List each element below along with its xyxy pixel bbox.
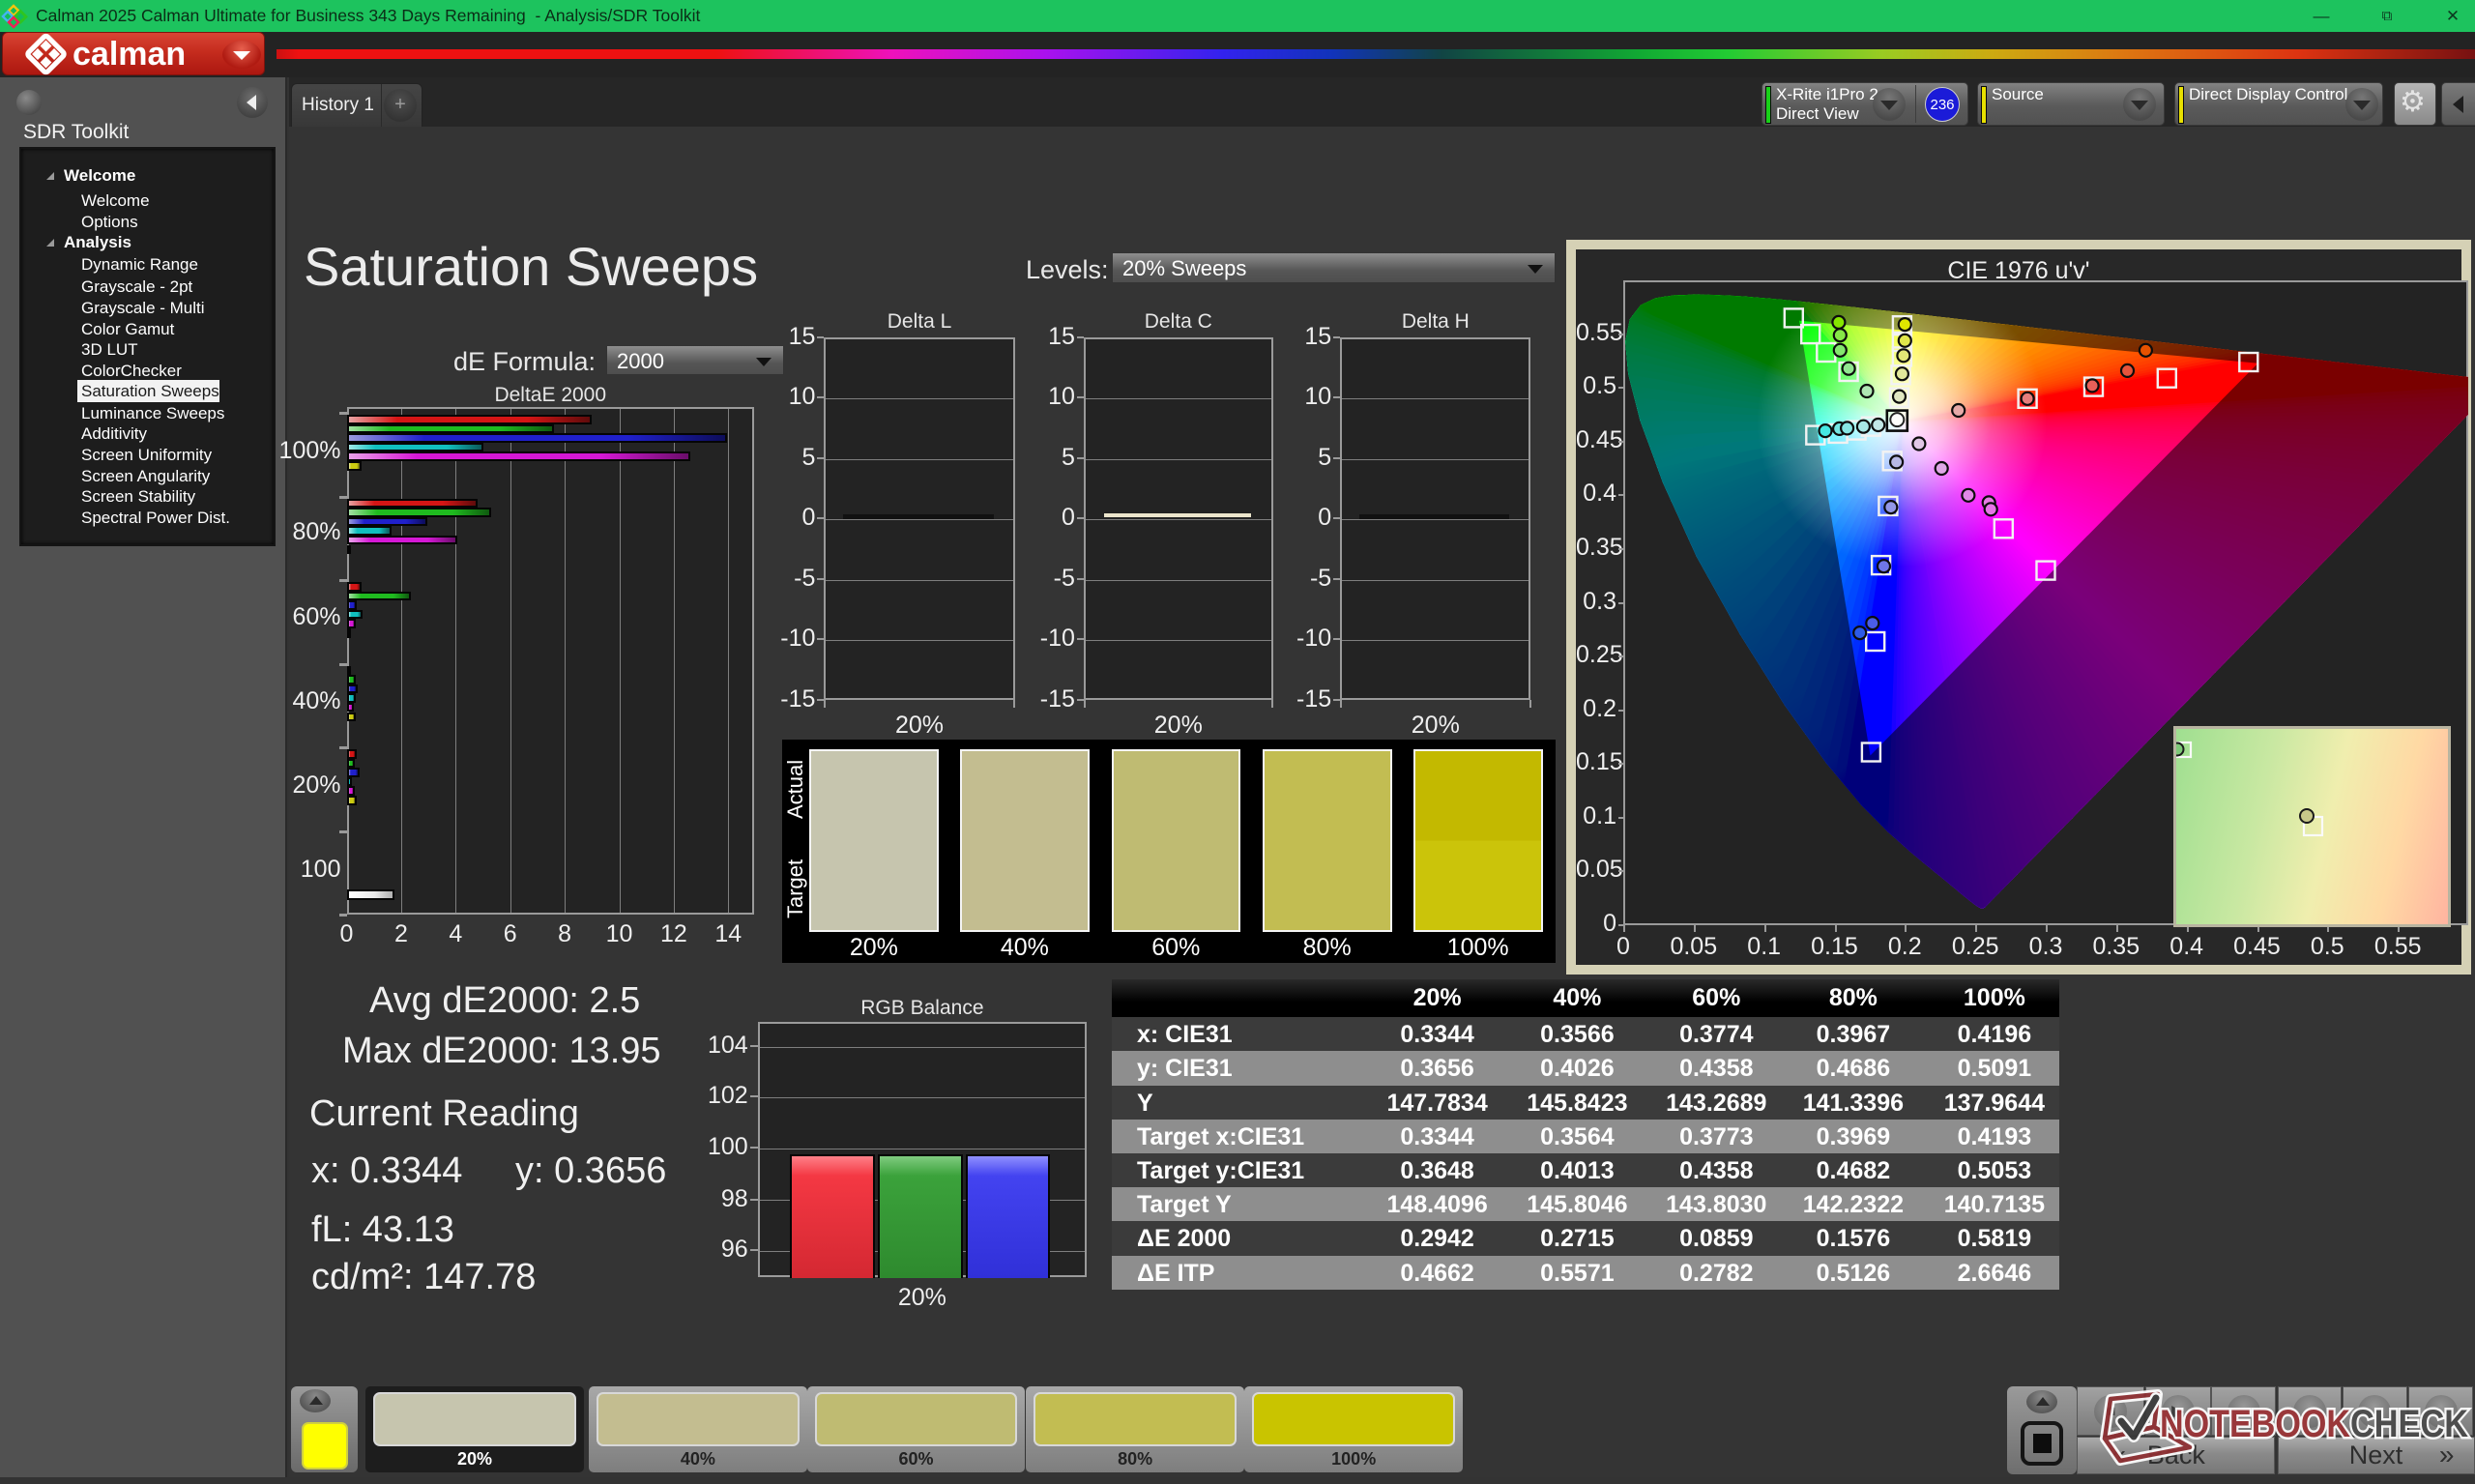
svg-text:NOTEBOOK: NOTEBOOK bbox=[2160, 1403, 2350, 1445]
svg-text:CHECK: CHECK bbox=[2350, 1403, 2468, 1445]
